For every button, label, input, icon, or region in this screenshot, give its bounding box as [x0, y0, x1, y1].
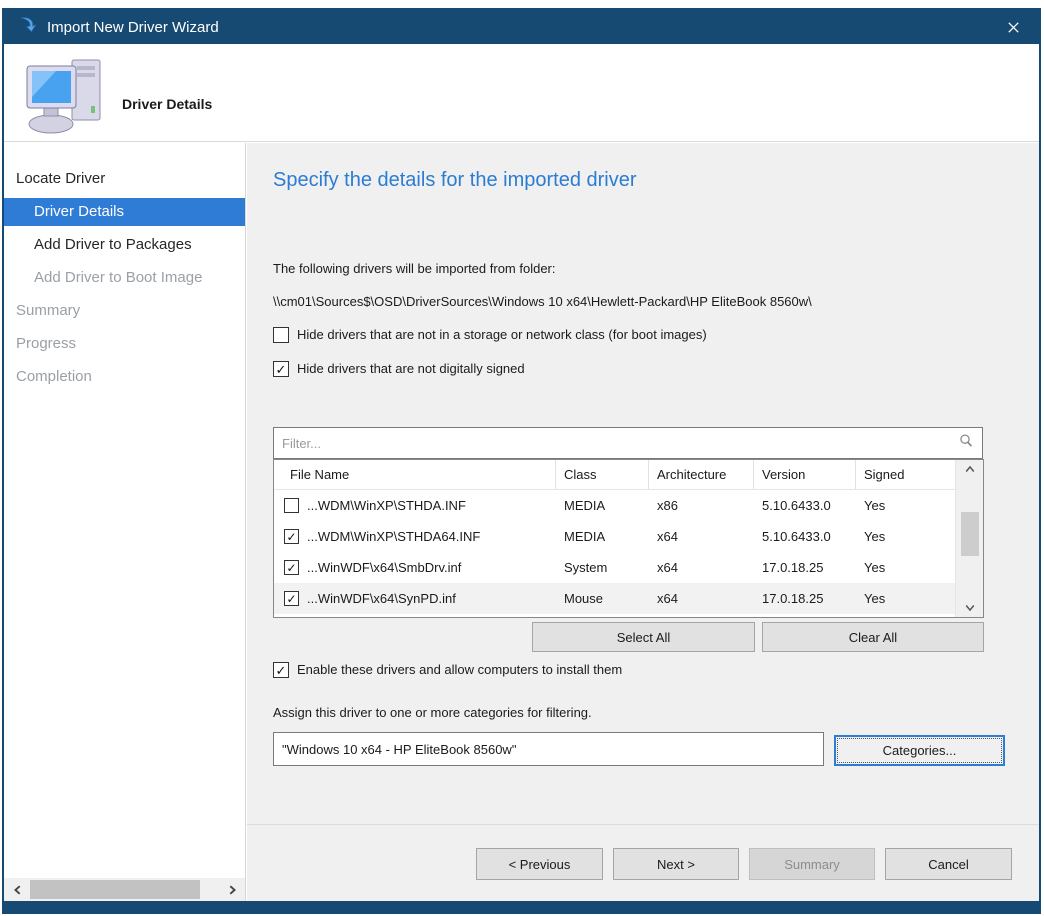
categories-value-field	[273, 732, 824, 766]
version-cell: 17.0.18.25	[754, 591, 856, 606]
architecture-cell: x64	[649, 591, 754, 606]
categories-button[interactable]: Categories...	[834, 735, 1005, 766]
column-header-signed[interactable]: Signed	[856, 460, 954, 489]
wizard-header: Driver Details	[4, 44, 1039, 142]
enable-drivers-checkbox[interactable]: ✓	[273, 662, 289, 678]
wizard-arrow-icon	[18, 15, 37, 39]
page-title: Specify the details for the imported dri…	[273, 169, 637, 192]
table-row[interactable]: ✓ ...WDM\WinXP\STHDA64.INF MEDIAx645.10.64…	[274, 521, 983, 552]
categories-intro-text: Assign this driver to one or more catego…	[273, 705, 592, 720]
class-cell: System	[556, 560, 649, 575]
close-button[interactable]	[995, 13, 1031, 41]
row-checkbox[interactable]: ✓	[284, 560, 299, 575]
sidebar-item-add-driver-to-boot-image[interactable]: Add Driver to Boot Image	[4, 264, 245, 292]
select-all-button[interactable]: Select All	[532, 622, 755, 652]
wizard-dialog: Import New Driver Wizard	[2, 8, 1041, 914]
folder-intro-text: The following drivers will be imported f…	[273, 261, 556, 276]
version-cell: 17.0.18.25	[754, 560, 856, 575]
file-name-cell: ...WinWDF\x64\SmbDrv.inf	[307, 560, 461, 575]
table-row[interactable]: ...WDM\WinXP\STHDA.INF MEDIAx865.10.6433.…	[274, 490, 983, 521]
wizard-content: Specify the details for the imported dri…	[247, 143, 1039, 901]
column-header-architecture[interactable]: Architecture	[649, 460, 754, 489]
signed-cell: Yes	[856, 560, 954, 575]
signed-cell: Yes	[856, 529, 954, 544]
row-checkbox[interactable]: ✓	[284, 591, 299, 606]
file-name-cell: ...WDM\WinXP\STHDA.INF	[307, 498, 466, 513]
next-button[interactable]: Next >	[613, 848, 739, 880]
column-header-version[interactable]: Version	[754, 460, 856, 489]
computer-icon	[24, 56, 110, 141]
sidebar-horizontal-scrollbar[interactable]	[4, 878, 246, 901]
signed-cell: Yes	[856, 498, 954, 513]
search-icon	[958, 433, 974, 454]
version-cell: 5.10.6433.0	[754, 529, 856, 544]
signed-cell: Yes	[856, 591, 954, 606]
categories-value-input[interactable]	[274, 733, 823, 765]
scroll-up-icon[interactable]	[956, 460, 984, 478]
table-vertical-scrollbar[interactable]	[955, 460, 983, 617]
bottom-accent-strip	[4, 901, 1039, 912]
architecture-cell: x86	[649, 498, 754, 513]
window-title: Import New Driver Wizard	[47, 19, 995, 36]
cancel-button[interactable]: Cancel	[885, 848, 1012, 880]
sidebar-item-add-driver-to-packages[interactable]: Add Driver to Packages	[4, 231, 245, 259]
import-driver-wizard-window: Import New Driver Wizard	[0, 0, 1045, 916]
hide-unsigned-checkbox[interactable]: ✓	[273, 361, 289, 377]
scrollbar-thumb[interactable]	[961, 512, 979, 556]
clear-all-button[interactable]: Clear All	[762, 622, 984, 652]
hide-storage-label: Hide drivers that are not in a storage o…	[297, 327, 707, 342]
sidebar-item-driver-details[interactable]: Driver Details	[4, 198, 245, 226]
architecture-cell: x64	[649, 560, 754, 575]
class-cell: MEDIA	[556, 498, 649, 513]
summary-button: Summary	[749, 848, 875, 880]
previous-button[interactable]: < Previous	[476, 848, 603, 880]
row-checkbox[interactable]	[284, 498, 299, 513]
file-name-cell: ...WDM\WinXP\STHDA64.INF	[307, 529, 480, 544]
row-checkbox[interactable]: ✓	[284, 529, 299, 544]
filter-input[interactable]	[274, 436, 958, 451]
architecture-cell: x64	[649, 529, 754, 544]
table-row[interactable]: ✓ ...WinWDF\x64\SmbDrv.inf Systemx6417.0.1…	[274, 552, 983, 583]
file-name-cell: ...WinWDF\x64\SynPD.inf	[307, 591, 456, 606]
column-header-file-name[interactable]: File Name	[274, 460, 556, 489]
table-row[interactable]: ✓ ...WinWDF\x64\SynPD.inf Mousex6417.0.18.…	[274, 583, 983, 614]
folder-path-text: \\cm01\Sources$\OSD\DriverSources\Window…	[273, 294, 812, 309]
title-bar: Import New Driver Wizard	[4, 10, 1039, 44]
wizard-sidebar: Locate Driver Driver Details Add Driver to…	[4, 143, 246, 901]
enable-drivers-label: Enable these drivers and allow computers…	[297, 662, 622, 677]
column-header-class[interactable]: Class	[556, 460, 649, 489]
class-cell: MEDIA	[556, 529, 649, 544]
class-cell: Mouse	[556, 591, 649, 606]
header-title: Driver Details	[122, 96, 212, 112]
sidebar-item-summary[interactable]: Summary	[4, 297, 245, 325]
scroll-left-icon[interactable]	[6, 878, 30, 901]
sidebar-item-locate-driver[interactable]: Locate Driver	[4, 165, 245, 193]
driver-table-body: ...WDM\WinXP\STHDA.INFMEDIAx865.10.6433.…	[274, 490, 983, 614]
footer-divider	[247, 824, 1039, 825]
driver-table: File Name Class Architecture Version Sig…	[273, 459, 984, 618]
filter-field	[273, 427, 983, 459]
hide-storage-checkbox[interactable]	[273, 327, 289, 343]
wizard-nav: Locate Driver Driver Details Add Driver to…	[4, 165, 245, 391]
sidebar-item-progress[interactable]: Progress	[4, 330, 245, 358]
hide-unsigned-label: Hide drivers that are not digitally sign…	[297, 361, 525, 376]
version-cell: 5.10.6433.0	[754, 498, 856, 513]
table-header: File Name Class Architecture Version Sig…	[274, 460, 983, 490]
sidebar-item-completion[interactable]: Completion	[4, 363, 245, 391]
scroll-down-icon[interactable]	[956, 599, 984, 617]
scroll-right-icon[interactable]	[220, 878, 244, 901]
scrollbar-thumb[interactable]	[30, 880, 200, 899]
